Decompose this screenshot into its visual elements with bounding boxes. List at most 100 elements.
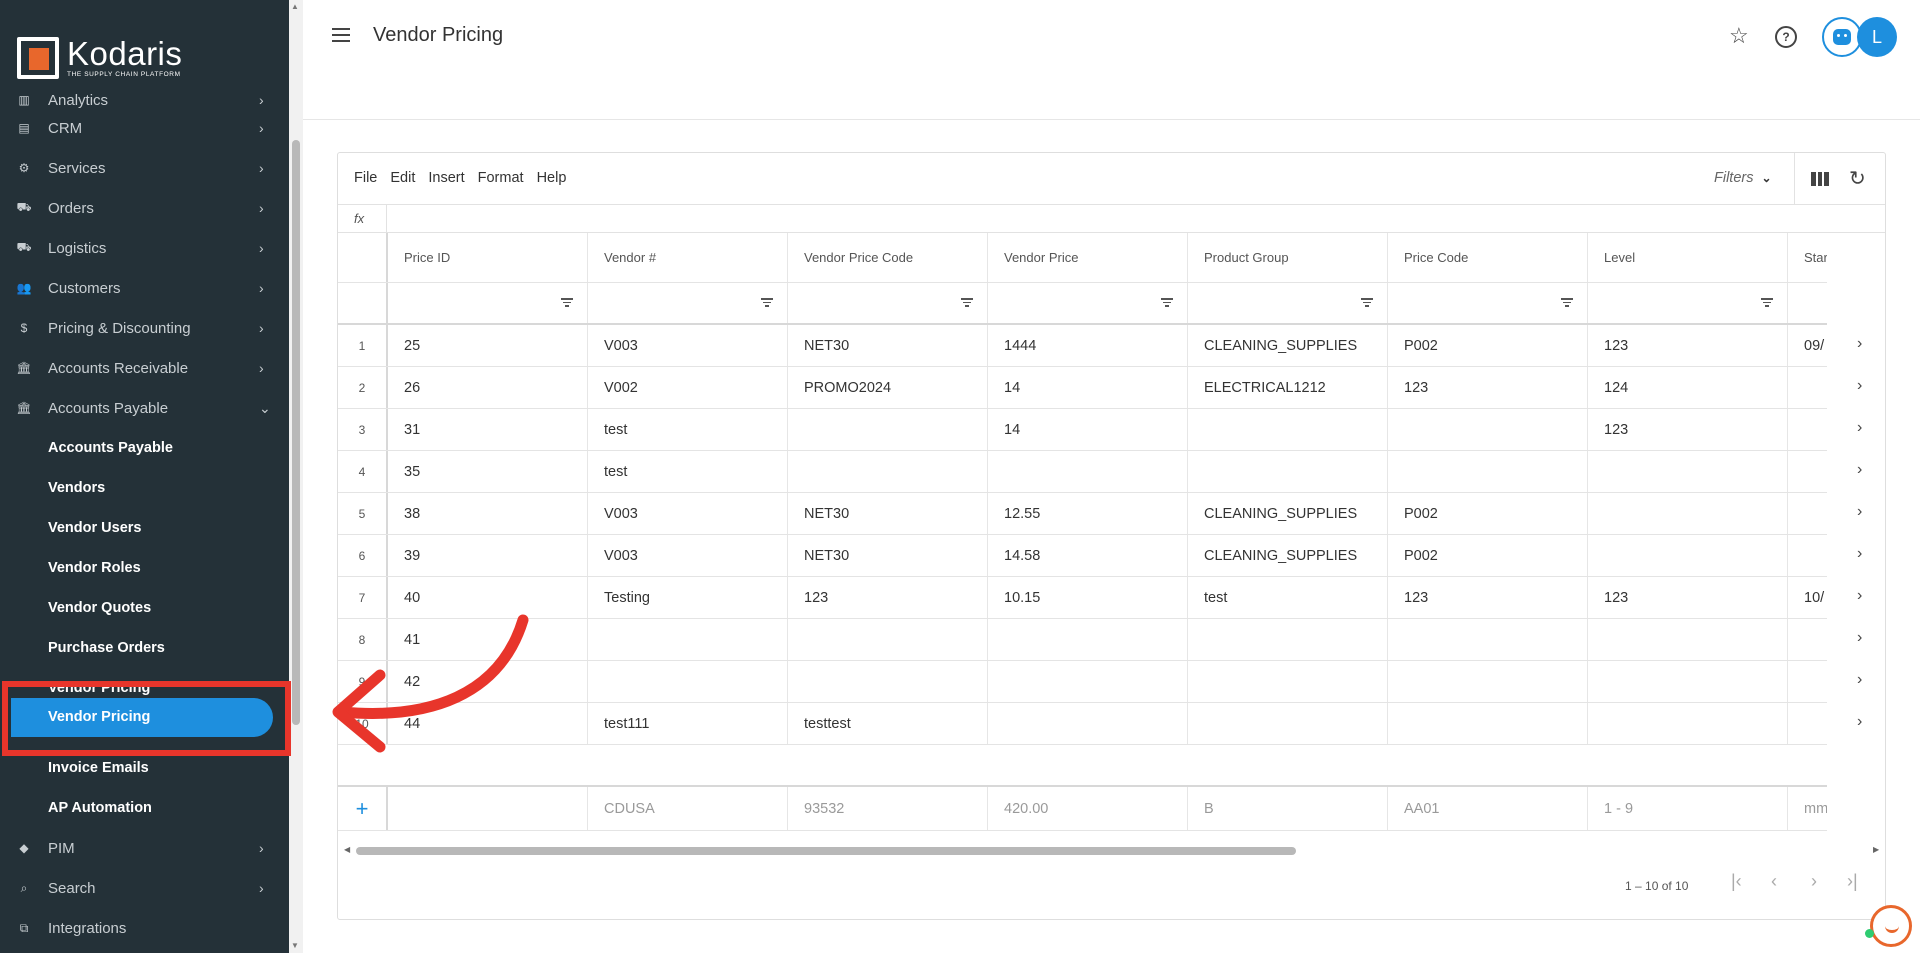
table-cell[interactable]: 123 bbox=[1388, 577, 1588, 618]
column-filter-cell[interactable] bbox=[1388, 283, 1588, 323]
table-cell[interactable]: 123 bbox=[1588, 409, 1788, 450]
table-row[interactable]: 9 42 › bbox=[338, 661, 1862, 703]
table-cell[interactable] bbox=[1588, 535, 1788, 576]
table-cell[interactable] bbox=[1588, 661, 1788, 702]
column-filter-cell[interactable] bbox=[588, 283, 788, 323]
sidebar-scroll-thumb[interactable] bbox=[292, 140, 300, 725]
first-page-icon[interactable]: |‹ bbox=[1731, 871, 1742, 892]
table-cell[interactable] bbox=[988, 451, 1188, 492]
table-cell[interactable]: V002 bbox=[588, 367, 788, 408]
table-cell[interactable] bbox=[988, 661, 1188, 702]
table-cell[interactable] bbox=[788, 451, 988, 492]
table-cell[interactable] bbox=[1188, 409, 1388, 450]
sidebar-item-crm[interactable]: ▤ CRM › bbox=[0, 108, 289, 148]
sidebar-item-pricing-discounting[interactable]: $ Pricing & Discounting › bbox=[0, 308, 289, 348]
ai-assistant-bot-icon[interactable] bbox=[1822, 17, 1862, 57]
help-icon[interactable]: ? bbox=[1775, 26, 1797, 48]
new-row-placeholder[interactable]: AA01 bbox=[1388, 787, 1588, 830]
sidebar-item-pim[interactable]: ◆ PIM › bbox=[0, 828, 289, 868]
column-filter-cell[interactable] bbox=[788, 283, 988, 323]
table-row[interactable]: 1 25 V003 NET30 1444 CLEANING_SUPPLIES P002 123… bbox=[338, 325, 1862, 367]
column-header[interactable]: Product Group bbox=[1188, 233, 1388, 282]
table-cell[interactable] bbox=[1388, 703, 1588, 744]
table-cell[interactable]: CLEANING_SUPPLIES bbox=[1188, 493, 1388, 534]
table-cell[interactable]: V003 bbox=[588, 493, 788, 534]
last-page-icon[interactable]: ›| bbox=[1847, 871, 1858, 892]
new-row-placeholder[interactable]: 420.00 bbox=[988, 787, 1188, 830]
column-header[interactable]: Price Code bbox=[1388, 233, 1588, 282]
sidebar-item-accounts-payable[interactable]: Accounts Payable bbox=[0, 428, 289, 468]
table-cell[interactable] bbox=[1188, 703, 1388, 744]
table-cell[interactable]: P002 bbox=[1388, 493, 1588, 534]
column-header[interactable]: Level bbox=[1588, 233, 1788, 282]
table-cell[interactable] bbox=[1788, 619, 1827, 660]
table-cell[interactable]: 31 bbox=[388, 409, 588, 450]
refresh-icon[interactable]: ↻ bbox=[1849, 166, 1866, 191]
table-cell[interactable]: 10.15 bbox=[988, 577, 1188, 618]
new-row-placeholder[interactable]: B bbox=[1188, 787, 1388, 830]
sidebar-item-customers[interactable]: 👥 Customers › bbox=[0, 268, 289, 308]
table-row[interactable]: 7 40 Testing 123 10.15 test 123 123 10/› bbox=[338, 577, 1862, 619]
table-cell[interactable] bbox=[788, 409, 988, 450]
table-cell[interactable]: 14 bbox=[988, 409, 1188, 450]
new-row-placeholder[interactable]: 1 - 9 bbox=[1588, 787, 1788, 830]
avatar[interactable]: L bbox=[1857, 17, 1897, 57]
table-cell[interactable]: 123 bbox=[1588, 577, 1788, 618]
table-cell[interactable] bbox=[1788, 493, 1827, 534]
table-cell[interactable] bbox=[1588, 493, 1788, 534]
sidebar-item-services[interactable]: ⚙ Services › bbox=[0, 148, 289, 188]
scroll-left-arrow-icon[interactable]: ◀ bbox=[344, 845, 350, 854]
table-cell[interactable] bbox=[1388, 619, 1588, 660]
sidebar-item-accounts-receivable[interactable]: 🏛 Accounts Receivable › bbox=[0, 348, 289, 388]
table-cell[interactable]: P002 bbox=[1388, 535, 1588, 576]
table-cell[interactable] bbox=[1788, 535, 1827, 576]
row-expand-chevron-icon[interactable]: › bbox=[1857, 419, 1862, 437]
scroll-down-arrow-icon[interactable]: ▼ bbox=[291, 941, 299, 950]
sidebar-item-vendors[interactable]: Vendors bbox=[0, 468, 289, 508]
sidebar-item-logistics[interactable]: ⛟ Logistics › bbox=[0, 228, 289, 268]
table-row[interactable]: 3 31 test 14 123 › bbox=[338, 409, 1862, 451]
favorite-star-icon[interactable]: ☆ bbox=[1729, 23, 1749, 49]
table-cell[interactable]: testtest bbox=[788, 703, 988, 744]
row-expand-chevron-icon[interactable]: › bbox=[1857, 587, 1862, 605]
row-expand-chevron-icon[interactable]: › bbox=[1857, 545, 1862, 563]
sidebar-item-vendor-roles[interactable]: Vendor Roles bbox=[0, 548, 289, 588]
table-cell[interactable]: Testing bbox=[588, 577, 788, 618]
table-row[interactable]: 4 35 test › bbox=[338, 451, 1862, 493]
sidebar-item-analytics[interactable]: ▥ Analytics › bbox=[0, 92, 289, 108]
table-cell[interactable]: NET30 bbox=[788, 493, 988, 534]
next-page-icon[interactable]: › bbox=[1811, 871, 1817, 892]
table-cell[interactable]: 123 bbox=[788, 577, 988, 618]
menu-file[interactable]: File bbox=[354, 170, 377, 186]
table-cell[interactable] bbox=[1388, 451, 1588, 492]
new-row-placeholder[interactable]: 93532 bbox=[788, 787, 988, 830]
table-cell[interactable]: PROMO2024 bbox=[788, 367, 988, 408]
table-cell[interactable]: 10/ bbox=[1788, 577, 1827, 618]
new-row-placeholder[interactable]: CDUSA bbox=[588, 787, 788, 830]
previous-page-icon[interactable]: ‹ bbox=[1771, 871, 1777, 892]
sidebar-item-search[interactable]: ⌕ Search › bbox=[0, 868, 289, 908]
menu-insert[interactable]: Insert bbox=[428, 170, 464, 186]
table-cell[interactable]: 14 bbox=[988, 367, 1188, 408]
row-expand-chevron-icon[interactable]: › bbox=[1857, 503, 1862, 521]
table-row[interactable]: 8 41 › bbox=[338, 619, 1862, 661]
horizontal-scroll-thumb[interactable] bbox=[356, 847, 1296, 855]
table-cell[interactable] bbox=[1588, 703, 1788, 744]
table-cell[interactable] bbox=[988, 703, 1188, 744]
table-cell[interactable] bbox=[1788, 409, 1827, 450]
column-header[interactable]: Star bbox=[1788, 233, 1827, 282]
row-expand-chevron-icon[interactable]: › bbox=[1857, 461, 1862, 479]
filter-icon[interactable] bbox=[1761, 298, 1773, 308]
table-cell[interactable]: 123 bbox=[1588, 325, 1788, 366]
column-header[interactable]: Vendor Price Code bbox=[788, 233, 988, 282]
column-filter-cell[interactable] bbox=[388, 283, 588, 323]
kodaris-logo[interactable]: Kodaris THE SUPPLY CHAIN PLATFORM bbox=[17, 36, 182, 80]
sidebar-item-orders[interactable]: ⛟ Orders › bbox=[0, 188, 289, 228]
table-cell[interactable]: test bbox=[588, 451, 788, 492]
scroll-up-arrow-icon[interactable]: ▲ bbox=[291, 2, 299, 11]
table-cell[interactable]: 123 bbox=[1388, 367, 1588, 408]
column-filter-cell[interactable] bbox=[1588, 283, 1788, 323]
columns-icon[interactable] bbox=[1811, 172, 1830, 186]
filter-icon[interactable] bbox=[1161, 298, 1173, 308]
table-cell[interactable]: ELECTRICAL1212 bbox=[1188, 367, 1388, 408]
